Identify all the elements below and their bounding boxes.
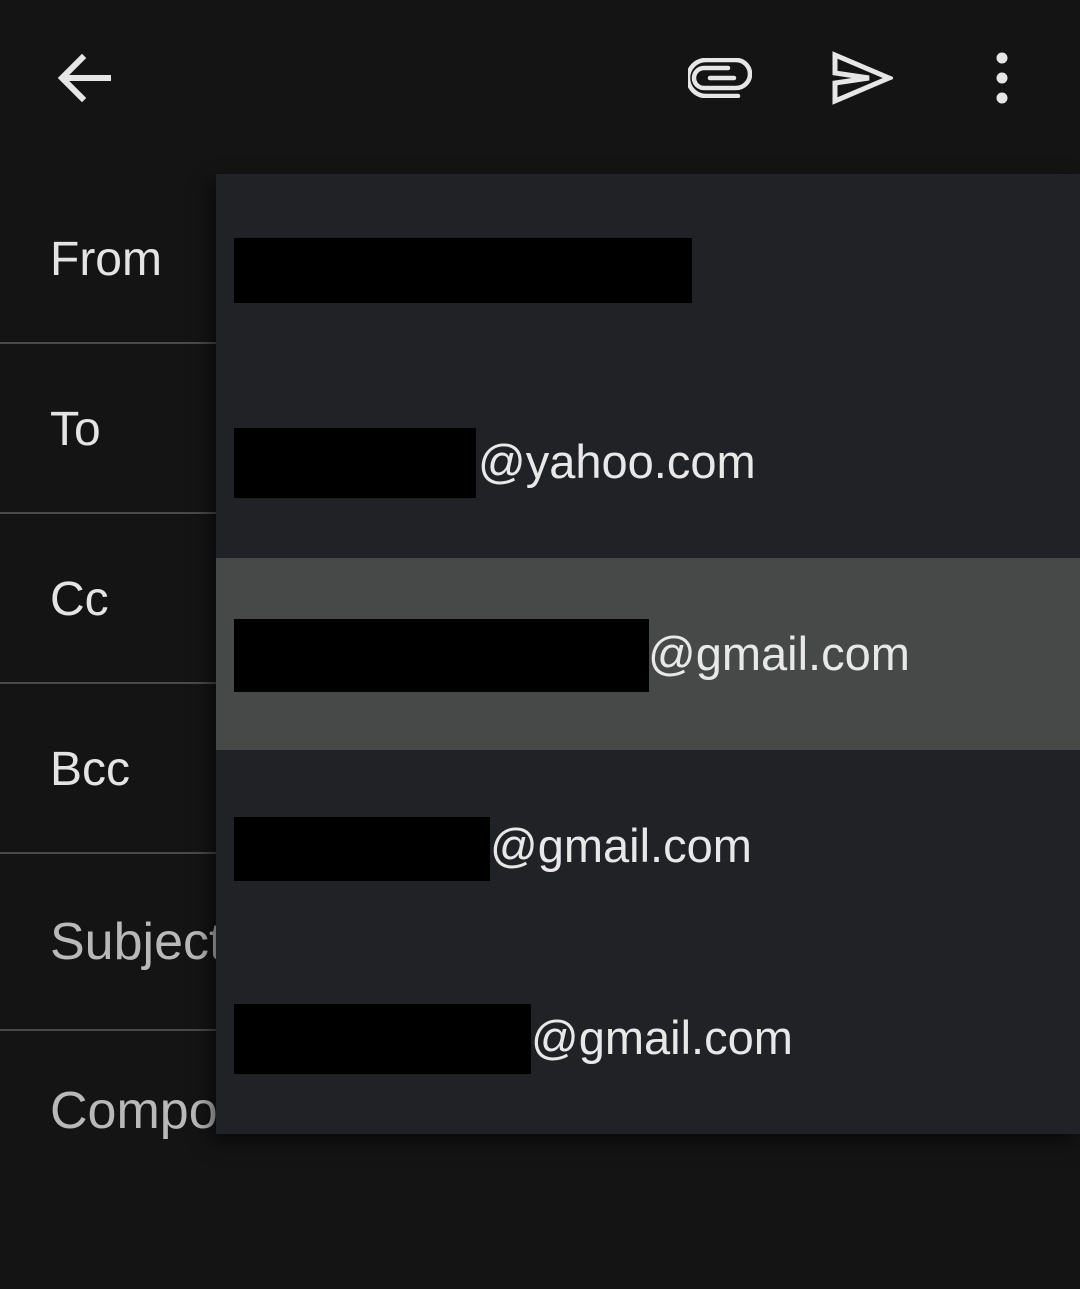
- arrow-left-icon: [57, 53, 111, 103]
- to-label: To: [50, 403, 101, 456]
- account-option[interactable]: @gmail.com: [216, 942, 1080, 1134]
- more-options-button[interactable]: [962, 38, 1042, 118]
- redacted-email: [234, 1004, 531, 1074]
- account-option[interactable]: [216, 174, 1080, 366]
- redacted-email: [234, 428, 476, 498]
- account-domain: @yahoo.com: [478, 435, 756, 488]
- back-button[interactable]: [44, 38, 124, 118]
- account-domain: @gmail.com: [531, 1011, 793, 1064]
- bcc-label: Bcc: [50, 743, 131, 796]
- account-domain: @gmail.com: [648, 627, 910, 680]
- account-option[interactable]: @yahoo.com: [216, 366, 1080, 558]
- account-option-selected[interactable]: @gmail.com: [216, 558, 1080, 750]
- redacted-email: [234, 619, 649, 692]
- more-vertical-icon: [996, 52, 1008, 104]
- cc-label: Cc: [50, 573, 109, 626]
- compose-screen: From To Cc Bcc Subject Compose email @ya…: [0, 0, 1080, 1289]
- from-label: From: [50, 233, 162, 286]
- account-domain: @gmail.com: [490, 819, 752, 872]
- paperclip-icon: [688, 58, 752, 98]
- subject-field: Subject: [50, 913, 224, 971]
- redacted-email: [234, 817, 490, 881]
- redacted-email: [234, 238, 692, 303]
- send-button[interactable]: [822, 38, 902, 118]
- top-app-bar: [0, 0, 1080, 160]
- account-option[interactable]: @gmail.com: [216, 750, 1080, 942]
- attach-button[interactable]: [680, 38, 760, 118]
- send-icon: [832, 51, 893, 105]
- from-account-dropdown: @yahoo.com @gmail.com @gmail.com @gmail.…: [216, 174, 1080, 1134]
